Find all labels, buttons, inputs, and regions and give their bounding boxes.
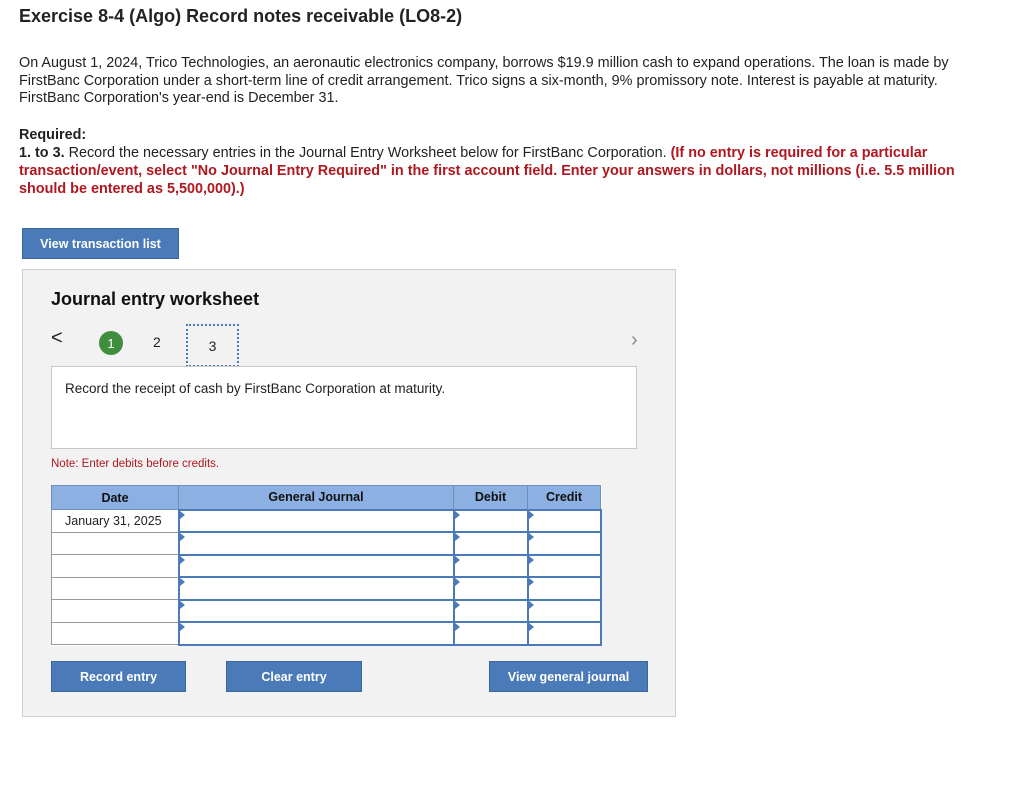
worksheet-title: Journal entry worksheet xyxy=(51,289,260,309)
table-row xyxy=(51,553,602,578)
problem-text: On August 1, 2024, Trico Technologies, a… xyxy=(19,55,949,106)
step-3-tab[interactable]: 3 xyxy=(186,324,239,367)
record-entry-button[interactable]: Record entry xyxy=(51,661,186,692)
credit-input[interactable] xyxy=(526,553,602,578)
date-cell xyxy=(51,599,179,623)
date-column-header: Date xyxy=(51,485,179,510)
account-input[interactable] xyxy=(177,553,455,578)
table-row xyxy=(51,598,602,623)
step-2-tab[interactable]: 2 xyxy=(153,334,161,350)
debit-input[interactable] xyxy=(452,576,529,601)
step-1-tab[interactable]: 1 xyxy=(99,331,123,355)
debit-input[interactable] xyxy=(452,508,529,533)
table-row: January 31, 2025 xyxy=(51,508,602,533)
page-title: Exercise 8-4 (Algo) Record notes receiva… xyxy=(19,6,463,26)
required-heading: Required: xyxy=(19,127,87,143)
date-cell xyxy=(51,531,179,555)
required-section: Required: 1. to 3. Record the necessary … xyxy=(19,126,979,198)
prev-arrow-icon[interactable]: < xyxy=(51,328,63,348)
required-instruction: Record the necessary entries in the Jour… xyxy=(68,145,667,161)
account-input[interactable] xyxy=(177,508,455,533)
transaction-description: Record the receipt of cash by FirstBanc … xyxy=(65,381,446,396)
required-instructions: 1. to 3. Record the necessary entries in… xyxy=(19,144,979,198)
debit-input[interactable] xyxy=(452,553,529,578)
clear-entry-button[interactable]: Clear entry xyxy=(226,661,362,692)
view-general-journal-button[interactable]: View general journal xyxy=(489,661,648,692)
credit-input[interactable] xyxy=(526,621,602,646)
account-input[interactable] xyxy=(177,621,455,646)
account-input[interactable] xyxy=(177,598,455,623)
next-arrow-icon[interactable]: › xyxy=(631,330,638,350)
journal-table: Date General Journal Debit Credit Januar… xyxy=(51,485,602,646)
date-cell xyxy=(51,576,179,600)
debit-column-header: Debit xyxy=(453,485,528,510)
transaction-description-box: Record the receipt of cash by FirstBanc … xyxy=(51,366,637,449)
journal-entry-worksheet: Journal entry worksheet < 1 2 3 › Record… xyxy=(22,269,676,717)
debit-input[interactable] xyxy=(452,598,529,623)
date-cell xyxy=(51,554,179,578)
credit-column-header: Credit xyxy=(527,485,601,510)
credit-input[interactable] xyxy=(526,531,602,556)
table-row xyxy=(51,621,602,646)
account-input[interactable] xyxy=(177,576,455,601)
date-cell: January 31, 2025 xyxy=(51,509,179,533)
credit-input[interactable] xyxy=(526,576,602,601)
account-input[interactable] xyxy=(177,531,455,556)
credit-input[interactable] xyxy=(526,598,602,623)
general-journal-column-header: General Journal xyxy=(178,485,454,510)
view-transaction-list-button[interactable]: View transaction list xyxy=(22,228,179,259)
credit-input[interactable] xyxy=(526,508,602,533)
date-cell xyxy=(51,621,179,645)
debit-input[interactable] xyxy=(452,621,529,646)
debit-credit-note: Note: Enter debits before credits. xyxy=(51,458,220,470)
table-row xyxy=(51,531,602,556)
debit-input[interactable] xyxy=(452,531,529,556)
table-row xyxy=(51,576,602,601)
required-step: 1. to 3. xyxy=(19,145,65,161)
